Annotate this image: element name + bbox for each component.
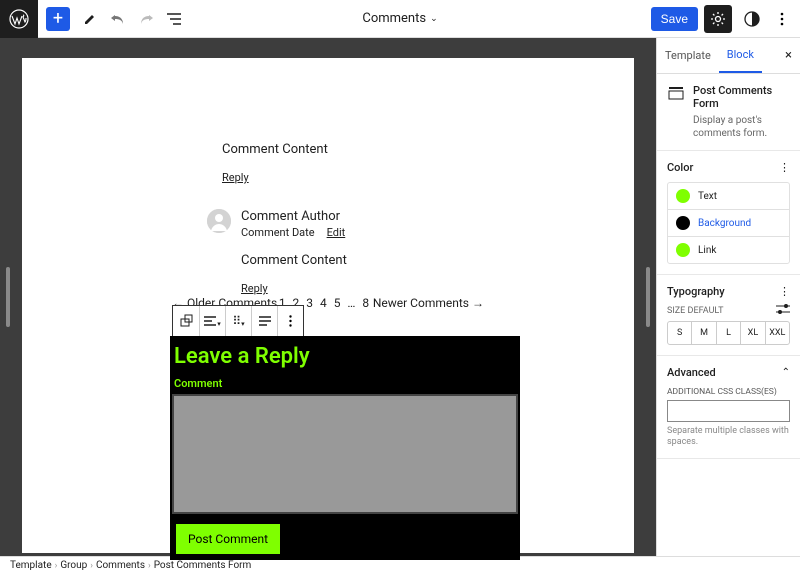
edit-tool-icon[interactable] xyxy=(82,11,98,27)
add-block-button[interactable]: + xyxy=(46,7,70,31)
edit-link[interactable]: Edit xyxy=(327,226,346,239)
typography-section-title: Typography xyxy=(667,285,725,298)
chevron-down-icon: ⌄ xyxy=(430,14,438,24)
resize-handle-right[interactable] xyxy=(646,267,650,327)
chevron-up-icon: ⌃ xyxy=(782,367,790,378)
color-section-title: Color xyxy=(667,161,693,174)
size-settings-icon[interactable] xyxy=(776,304,790,317)
comment-content: Comment Content xyxy=(241,253,347,268)
comment-content: Comment Content xyxy=(222,142,584,157)
block-icon xyxy=(667,84,685,102)
arrow-right-icon: → xyxy=(472,296,484,310)
breadcrumb-item[interactable]: Comments xyxy=(96,560,145,571)
css-class-label: ADDITIONAL CSS CLASS(ES) xyxy=(667,387,790,397)
block-description: Display a post's comments form. xyxy=(693,114,790,140)
advanced-section-title: Advanced xyxy=(667,366,716,379)
avatar xyxy=(207,209,231,233)
settings-button[interactable] xyxy=(704,5,732,33)
breadcrumb-item[interactable]: Post Comments Form xyxy=(154,560,252,571)
color-link-row[interactable]: Link xyxy=(668,236,789,263)
size-xl-button[interactable]: XL xyxy=(740,322,764,344)
css-class-input[interactable] xyxy=(667,400,790,422)
document-title-text: Comments xyxy=(362,11,426,26)
resize-handle-left[interactable] xyxy=(6,267,10,327)
breadcrumb-item[interactable]: Group xyxy=(60,560,87,571)
styles-icon[interactable] xyxy=(738,5,766,33)
color-text-row[interactable]: Text xyxy=(668,183,789,209)
form-title: Leave a Reply xyxy=(172,338,518,375)
typography-options-icon[interactable]: ⋮ xyxy=(779,285,790,298)
toolbar-justify-icon[interactable] xyxy=(251,306,277,336)
size-xxl-button[interactable]: XXL xyxy=(765,322,789,344)
link-color-swatch xyxy=(676,243,690,257)
editor-canvas[interactable]: Comment Content Reply Comment Author Com… xyxy=(22,58,634,553)
form-textarea[interactable] xyxy=(172,394,518,514)
toolbar-options-icon[interactable] xyxy=(277,306,303,336)
text-color-swatch xyxy=(676,189,690,203)
toolbar-move-icon[interactable]: ⠿▾ xyxy=(225,306,251,336)
form-submit-button[interactable]: Post Comment xyxy=(176,524,280,554)
color-options-icon[interactable]: ⋮ xyxy=(779,161,790,174)
size-l-button[interactable]: L xyxy=(716,322,740,344)
block-toolbar: ▾ ⠿▾ xyxy=(172,305,304,337)
comment-date: Comment Date xyxy=(241,226,315,239)
options-menu-icon[interactable] xyxy=(772,12,792,26)
newer-comments-link[interactable]: Newer Comments → xyxy=(373,296,484,310)
close-icon[interactable]: × xyxy=(777,38,800,73)
comment-author: Comment Author xyxy=(241,209,347,224)
save-button[interactable]: Save xyxy=(651,7,698,31)
undo-icon[interactable] xyxy=(110,11,126,27)
list-view-icon[interactable] xyxy=(166,11,182,27)
css-class-help: Separate multiple classes with spaces. xyxy=(667,426,790,448)
redo-icon[interactable] xyxy=(138,11,154,27)
tab-template[interactable]: Template xyxy=(657,38,719,73)
size-s-button[interactable]: S xyxy=(668,322,691,344)
toolbar-align-icon[interactable]: ▾ xyxy=(199,306,225,336)
block-name: Post Comments Form xyxy=(693,84,790,110)
background-color-swatch xyxy=(676,216,690,230)
comments-form-block[interactable]: Leave a Reply Comment Post Comment xyxy=(170,336,520,560)
reply-link[interactable]: Reply xyxy=(241,282,268,295)
tab-block[interactable]: Block xyxy=(719,38,762,73)
breadcrumb-item[interactable]: Template xyxy=(10,560,52,571)
size-m-button[interactable]: M xyxy=(691,322,715,344)
form-comment-label: Comment xyxy=(172,375,518,392)
reply-link[interactable]: Reply xyxy=(222,171,249,184)
wordpress-logo[interactable] xyxy=(0,0,38,38)
advanced-section-toggle[interactable]: Advanced ⌃ xyxy=(667,366,790,379)
color-background-row[interactable]: Background xyxy=(668,209,789,236)
document-title[interactable]: Comments ⌄ xyxy=(362,11,437,26)
toolbar-block-type-icon[interactable] xyxy=(173,306,199,336)
